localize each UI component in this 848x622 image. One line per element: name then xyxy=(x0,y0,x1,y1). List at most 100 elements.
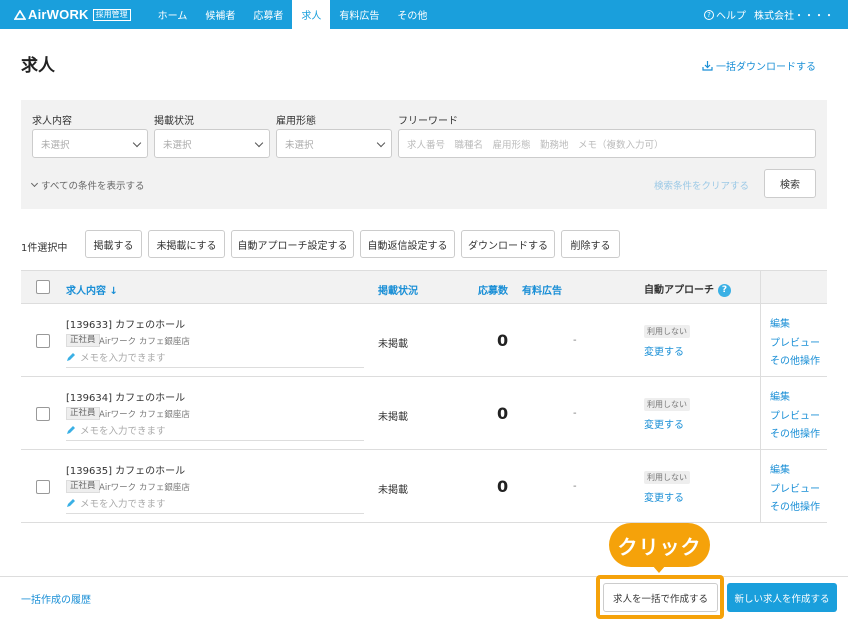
header-paid[interactable]: 有料広告 xyxy=(522,282,562,297)
airwork-logo[interactable]: AirWORK 採用管理 xyxy=(14,7,131,22)
table-row: [139634] カフェのホール 正社員 Airワーク カフェ銀座店 メモを入力… xyxy=(21,377,827,450)
clear-conditions-link[interactable]: 検索条件をクリアする xyxy=(654,178,749,192)
content-select-value: 未選択 xyxy=(41,139,70,151)
row-checkbox[interactable] xyxy=(36,480,50,494)
edit-link[interactable]: 編集 xyxy=(770,389,820,408)
auto-approach-badge: 利用しない xyxy=(644,471,690,484)
filter-panel: 求人内容 掲載状況 雇用形態 フリーワード 未選択 未選択 未選択 求人番号 職… xyxy=(21,100,827,209)
show-all-label: すべての条件を表示する xyxy=(41,181,145,192)
logo-badge: 採用管理 xyxy=(92,8,131,21)
store-name: Airワーク カフェ銀座店 xyxy=(99,337,190,347)
applicant-count: 0 xyxy=(497,331,509,350)
row-checkbox[interactable] xyxy=(36,334,50,348)
filter-label-content: 求人内容 xyxy=(32,116,72,127)
select-all-checkbox[interactable] xyxy=(36,280,50,294)
status-select-value: 未選択 xyxy=(163,139,192,151)
search-button[interactable]: 検索 xyxy=(764,169,816,198)
other-actions-link[interactable]: その他操作 xyxy=(770,499,820,518)
nav-paid-ads[interactable]: 有料広告 xyxy=(330,0,388,29)
employment-tag: 正社員 xyxy=(66,407,100,420)
header-applicants[interactable]: 応募数 xyxy=(478,282,508,297)
table-row: [139633] カフェのホール 正社員 Airワーク カフェ銀座店 メモを入力… xyxy=(21,304,827,377)
chevron-down-icon xyxy=(254,138,264,148)
unpublish-button[interactable]: 未掲載にする xyxy=(148,230,225,258)
selected-count: 1件選択中 xyxy=(21,243,68,254)
paid-ad-value: - xyxy=(573,481,577,492)
paid-ad-value: - xyxy=(573,335,577,346)
nav-candidates[interactable]: 候補者 xyxy=(196,0,244,29)
paid-ad-value: - xyxy=(573,408,577,419)
memo-input[interactable]: メモを入力できます xyxy=(66,496,364,514)
bulk-create-button[interactable]: 求人を一括で作成する xyxy=(603,583,718,612)
store-name: Airワーク カフェ銀座店 xyxy=(99,483,190,493)
question-icon[interactable]: ? xyxy=(718,283,731,297)
sort-arrow-down-icon: ↓ xyxy=(109,286,118,297)
employment-select[interactable]: 未選択 xyxy=(276,129,392,158)
auto-approach-button[interactable]: 自動アプローチ設定する xyxy=(231,230,354,258)
applicant-count: 0 xyxy=(497,477,509,496)
header-status[interactable]: 掲載状況 xyxy=(378,282,418,297)
pencil-icon xyxy=(67,353,75,361)
company-menu[interactable]: 株式会社・・・・ xyxy=(754,7,834,22)
callout-pointer xyxy=(652,565,666,573)
preview-link[interactable]: プレビュー xyxy=(770,335,820,354)
new-job-button[interactable]: 新しい求人を作成する xyxy=(727,583,837,612)
other-actions-link[interactable]: その他操作 xyxy=(770,353,820,372)
memo-placeholder: メモを入力できます xyxy=(80,426,166,437)
download-button[interactable]: ダウンロードする xyxy=(461,230,555,258)
job-title[interactable]: [139635] カフェのホール xyxy=(66,462,185,477)
download-icon xyxy=(702,60,713,71)
status-value: 未掲載 xyxy=(378,412,408,423)
change-link[interactable]: 変更する xyxy=(644,416,684,431)
table-header: 求人内容 ↓ 掲載状況 応募数 有料広告 自動アプローチ? xyxy=(21,270,827,304)
memo-placeholder: メモを入力できます xyxy=(80,353,166,364)
show-all-conditions-link[interactable]: すべての条件を表示する xyxy=(30,178,145,192)
edit-link[interactable]: 編集 xyxy=(770,462,820,481)
employment-select-value: 未選択 xyxy=(285,139,314,151)
other-actions-link[interactable]: その他操作 xyxy=(770,426,820,445)
preview-link[interactable]: プレビュー xyxy=(770,481,820,500)
header-content[interactable]: 求人内容 ↓ xyxy=(66,282,118,297)
edit-link[interactable]: 編集 xyxy=(770,316,820,335)
job-title[interactable]: [139634] カフェのホール xyxy=(66,389,185,404)
filter-label-employment: 雇用形態 xyxy=(276,116,316,127)
header-auto-approach: 自動アプローチ? xyxy=(644,281,731,297)
preview-link[interactable]: プレビュー xyxy=(770,408,820,427)
logo-mark-icon xyxy=(14,9,26,20)
freeword-input[interactable]: 求人番号 職種名 雇用形態 勤務地 メモ（複数入力可） xyxy=(398,129,816,158)
help-icon[interactable]: ? xyxy=(704,9,714,20)
bulk-history-link[interactable]: 一括作成の履歴 xyxy=(21,591,91,606)
auto-reply-button[interactable]: 自動返信設定する xyxy=(360,230,455,258)
auto-approach-badge: 利用しない xyxy=(644,398,690,411)
help-link[interactable]: ヘルプ xyxy=(716,7,746,22)
filter-label-status: 掲載状況 xyxy=(154,116,194,127)
pencil-icon xyxy=(67,426,75,434)
top-nav-bar: AirWORK 採用管理 ホーム 候補者 応募者 求人 有料広告 その他 ? ヘ… xyxy=(0,0,848,29)
chevron-down-icon xyxy=(30,179,39,188)
pencil-icon xyxy=(67,499,75,507)
nav-applicants[interactable]: 応募者 xyxy=(244,0,292,29)
memo-placeholder: メモを入力できます xyxy=(80,499,166,510)
publish-button[interactable]: 掲載する xyxy=(85,230,142,258)
nav-home[interactable]: ホーム xyxy=(149,0,197,29)
content-select[interactable]: 未選択 xyxy=(32,129,148,158)
status-value: 未掲載 xyxy=(378,339,408,350)
status-select[interactable]: 未選択 xyxy=(154,129,270,158)
nav-jobs[interactable]: 求人 xyxy=(292,0,331,29)
change-link[interactable]: 変更する xyxy=(644,343,684,358)
header-auto-label: 自動アプローチ xyxy=(644,285,714,296)
employment-tag: 正社員 xyxy=(66,480,100,493)
job-title[interactable]: [139633] カフェのホール xyxy=(66,316,185,331)
change-link[interactable]: 変更する xyxy=(644,489,684,504)
chevron-down-icon xyxy=(132,138,142,148)
memo-input[interactable]: メモを入力できます xyxy=(66,350,364,368)
applicant-count: 0 xyxy=(497,404,509,423)
memo-input[interactable]: メモを入力できます xyxy=(66,423,364,441)
nav-other[interactable]: その他 xyxy=(388,0,436,29)
header-content-label: 求人内容 xyxy=(66,286,106,297)
auto-approach-badge: 利用しない xyxy=(644,325,690,338)
delete-button[interactable]: 削除する xyxy=(561,230,620,258)
row-checkbox[interactable] xyxy=(36,407,50,421)
store-name: Airワーク カフェ銀座店 xyxy=(99,410,190,420)
bulk-download-link[interactable]: 一括ダウンロードする xyxy=(702,58,816,73)
